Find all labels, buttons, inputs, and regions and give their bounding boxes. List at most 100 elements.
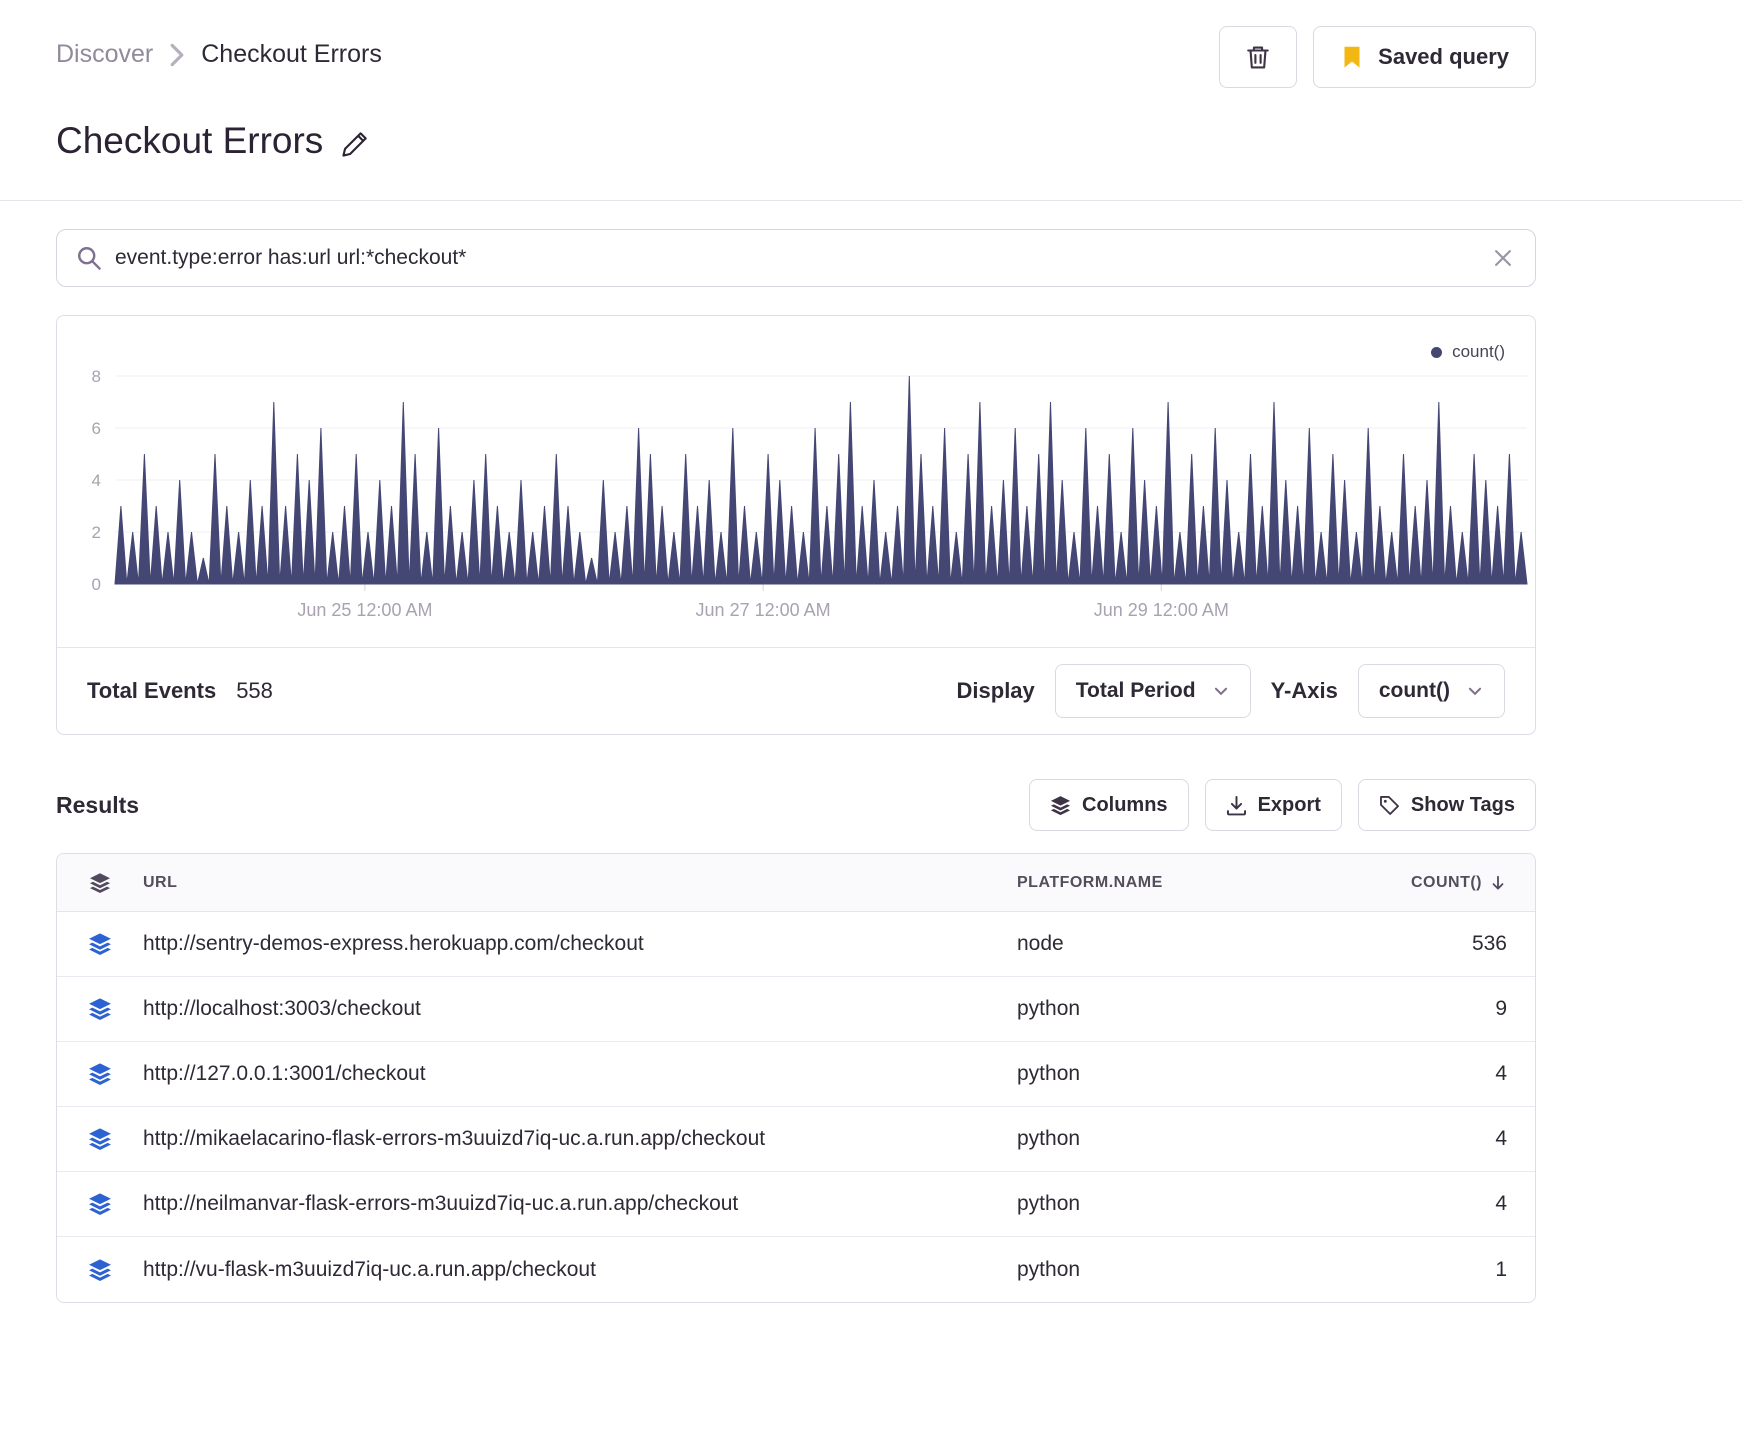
yaxis-value: count() bbox=[1378, 679, 1450, 702]
sort-descending-icon bbox=[1492, 875, 1504, 890]
events-chart-svg: 0 2 4 6 8 Jun 25 12:00 AM Jun 27 12:00 AM Jun 2… bbox=[92, 367, 1528, 620]
count-cell: 4 bbox=[1495, 1192, 1507, 1215]
legend-label: count() bbox=[1452, 342, 1505, 361]
page-title: Checkout Errors bbox=[56, 120, 324, 161]
delete-query-button[interactable] bbox=[1219, 26, 1298, 88]
count-cell: 4 bbox=[1495, 1127, 1507, 1150]
tag-icon bbox=[1379, 795, 1399, 815]
results-heading: Results bbox=[56, 791, 140, 818]
stack-icon bbox=[1050, 795, 1071, 815]
row-stack-icon-cell[interactable] bbox=[57, 1258, 143, 1282]
chart-footer: Total Events 558 Display Total Period Y-… bbox=[57, 647, 1535, 734]
top-actions: Saved query bbox=[1219, 26, 1536, 88]
saved-query-label: Saved query bbox=[1378, 44, 1509, 69]
stack-icon bbox=[89, 998, 111, 1020]
svg-text:Jun 29 12:00 AM: Jun 29 12:00 AM bbox=[1094, 600, 1229, 620]
svg-text:4: 4 bbox=[92, 471, 101, 490]
table-row[interactable]: http://localhost:3003/checkout python 9 bbox=[57, 977, 1535, 1042]
svg-text:Jun 25 12:00 AM: Jun 25 12:00 AM bbox=[297, 600, 432, 620]
trash-icon bbox=[1247, 46, 1269, 69]
table-row[interactable]: http://neilmanvar-flask-errors-m3uuizd7i… bbox=[57, 1172, 1535, 1237]
count-cell: 1 bbox=[1495, 1257, 1507, 1281]
count-cell: 536 bbox=[1471, 932, 1507, 955]
columns-button[interactable]: Columns bbox=[1029, 779, 1189, 831]
column-header-url[interactable]: URL bbox=[143, 874, 1017, 892]
yaxis-label: Y-Axis bbox=[1270, 678, 1338, 703]
main-content: count() 0 2 4 6 8 Jun 25 12:00 AM Jun 27 12:00… bbox=[56, 229, 1536, 1303]
total-events: Total Events 558 bbox=[87, 678, 273, 704]
search-bar bbox=[56, 229, 1536, 287]
topbar: Discover Checkout Errors Saved query bbox=[56, 26, 1536, 88]
clear-search-icon[interactable] bbox=[1492, 247, 1514, 269]
stack-icon bbox=[89, 1258, 111, 1281]
count-header-label: COUNT() bbox=[1410, 873, 1482, 891]
results-table-header: URL PLATFORM.NAME COUNT() bbox=[57, 854, 1535, 912]
stack-icon bbox=[89, 1063, 111, 1085]
url-cell[interactable]: http://neilmanvar-flask-errors-m3uuizd7i… bbox=[143, 1192, 1017, 1216]
show-tags-label: Show Tags bbox=[1410, 793, 1515, 816]
edit-columns-icon-cell[interactable] bbox=[57, 872, 143, 894]
platform-cell: node bbox=[1017, 932, 1064, 955]
chevron-right-icon bbox=[170, 43, 184, 66]
row-stack-icon-cell[interactable] bbox=[57, 1127, 143, 1151]
bookmark-icon bbox=[1344, 46, 1360, 68]
columns-label: Columns bbox=[1082, 793, 1168, 816]
export-label: Export bbox=[1257, 793, 1321, 816]
url-cell[interactable]: http://sentry-demos-express.herokuapp.co… bbox=[143, 932, 1017, 956]
display-value: Total Period bbox=[1075, 679, 1196, 702]
platform-cell: python bbox=[1017, 1257, 1081, 1281]
display-select[interactable]: Total Period bbox=[1054, 664, 1251, 718]
display-label: Display bbox=[956, 678, 1035, 703]
show-tags-button[interactable]: Show Tags bbox=[1357, 779, 1536, 831]
row-stack-icon-cell[interactable] bbox=[57, 997, 143, 1021]
breadcrumb-current: Checkout Errors bbox=[201, 40, 382, 68]
url-cell[interactable]: http://127.0.0.1:3001/checkout bbox=[143, 1062, 1017, 1086]
stack-icon bbox=[89, 1193, 111, 1215]
chevron-down-icon bbox=[1468, 687, 1482, 696]
chart-legend: count() bbox=[1431, 342, 1505, 362]
row-stack-icon-cell[interactable] bbox=[57, 932, 143, 956]
results-actions: Columns Export Show Tags bbox=[1029, 779, 1536, 831]
platform-cell: python bbox=[1017, 1192, 1081, 1215]
header-divider bbox=[0, 200, 1742, 201]
table-row[interactable]: http://sentry-demos-express.herokuapp.co… bbox=[57, 912, 1535, 977]
count-cell: 9 bbox=[1495, 997, 1507, 1020]
chevron-down-icon bbox=[1214, 687, 1227, 696]
url-cell[interactable]: http://localhost:3003/checkout bbox=[143, 997, 1017, 1021]
results-table: URL PLATFORM.NAME COUNT() http://sentry-… bbox=[56, 853, 1536, 1303]
platform-cell: python bbox=[1017, 1127, 1081, 1150]
chart-plot-area: 0 2 4 6 8 Jun 25 12:00 AM Jun 27 12:00 AM Jun 2… bbox=[57, 316, 1535, 647]
search-input[interactable] bbox=[56, 229, 1536, 287]
results-bar: Results Columns Export Show Tags bbox=[56, 779, 1536, 831]
download-icon bbox=[1226, 795, 1246, 815]
breadcrumb: Discover Checkout Errors bbox=[56, 26, 382, 69]
count-cell: 4 bbox=[1495, 1062, 1507, 1085]
row-stack-icon-cell[interactable] bbox=[57, 1062, 143, 1086]
title-row: Checkout Errors bbox=[56, 120, 1536, 200]
edit-title-icon[interactable] bbox=[341, 130, 369, 158]
svg-text:0: 0 bbox=[92, 575, 101, 594]
column-header-count[interactable]: COUNT() bbox=[1357, 874, 1507, 892]
chart-controls: Display Total Period Y-Axis count() bbox=[957, 664, 1505, 718]
search-icon bbox=[78, 247, 101, 270]
column-header-platform[interactable]: PLATFORM.NAME bbox=[1017, 874, 1357, 892]
legend-dot bbox=[1431, 346, 1443, 358]
page-header: Discover Checkout Errors Saved query Che… bbox=[0, 0, 1536, 200]
table-row[interactable]: http://127.0.0.1:3001/checkout python 4 bbox=[57, 1042, 1535, 1107]
svg-text:6: 6 bbox=[92, 419, 101, 438]
total-events-label: Total Events bbox=[87, 678, 217, 703]
stack-icon bbox=[89, 1128, 111, 1150]
url-cell[interactable]: http://vu-flask-m3uuizd7iq-uc.a.run.app/… bbox=[143, 1258, 1017, 1282]
stack-icon bbox=[89, 872, 111, 893]
row-stack-icon-cell[interactable] bbox=[57, 1192, 143, 1216]
saved-query-button[interactable]: Saved query bbox=[1313, 26, 1536, 88]
table-row[interactable]: http://vu-flask-m3uuizd7iq-uc.a.run.app/… bbox=[57, 1237, 1535, 1302]
svg-text:8: 8 bbox=[92, 367, 101, 386]
export-button[interactable]: Export bbox=[1204, 779, 1342, 831]
yaxis-select[interactable]: count() bbox=[1357, 664, 1505, 718]
breadcrumb-discover-link[interactable]: Discover bbox=[56, 40, 153, 69]
url-cell[interactable]: http://mikaelacarino-flask-errors-m3uuiz… bbox=[143, 1127, 1017, 1151]
stack-icon bbox=[89, 933, 111, 955]
table-row[interactable]: http://mikaelacarino-flask-errors-m3uuiz… bbox=[57, 1107, 1535, 1172]
results-table-body: http://sentry-demos-express.herokuapp.co… bbox=[57, 912, 1535, 1302]
